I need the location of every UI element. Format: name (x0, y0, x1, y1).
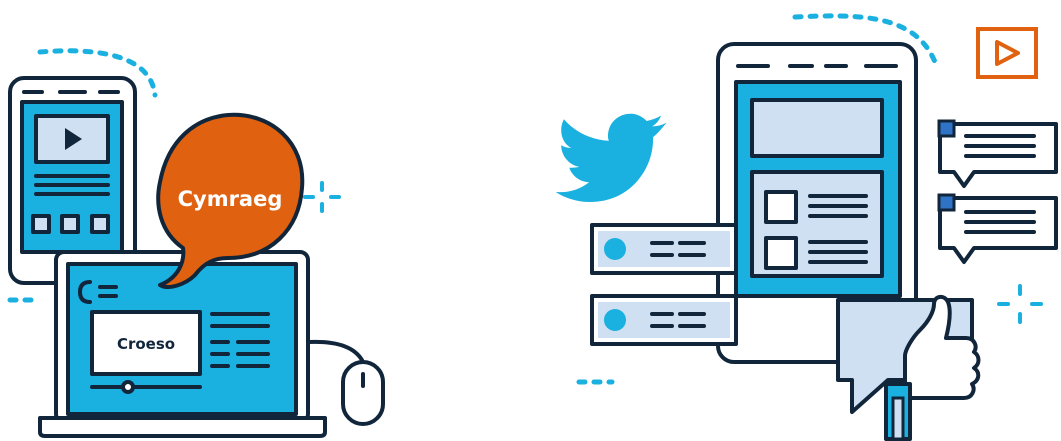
right-illustration (555, 13, 1058, 441)
illustration-canvas: .nv { stroke:#12263b; stroke-width:4; st… (7, 13, 1058, 441)
croeso-text: Croeso (117, 335, 175, 353)
progress-knob (121, 380, 135, 394)
mouse (306, 339, 385, 426)
chat-bubble-icon (937, 193, 1058, 264)
speech-bubble-text: Cymraeg (178, 187, 283, 211)
left-illustration: Croeso Cymraeg (7, 48, 385, 438)
chat-bubble-icon (937, 119, 1058, 188)
list-card (590, 223, 738, 275)
play-button-icon (976, 27, 1038, 79)
sparkle-icon (303, 181, 341, 213)
sparkle-icon (997, 284, 1043, 324)
list-card (590, 294, 738, 346)
thumbs-up-icon (836, 295, 981, 441)
twitter-bird-icon (555, 113, 667, 203)
